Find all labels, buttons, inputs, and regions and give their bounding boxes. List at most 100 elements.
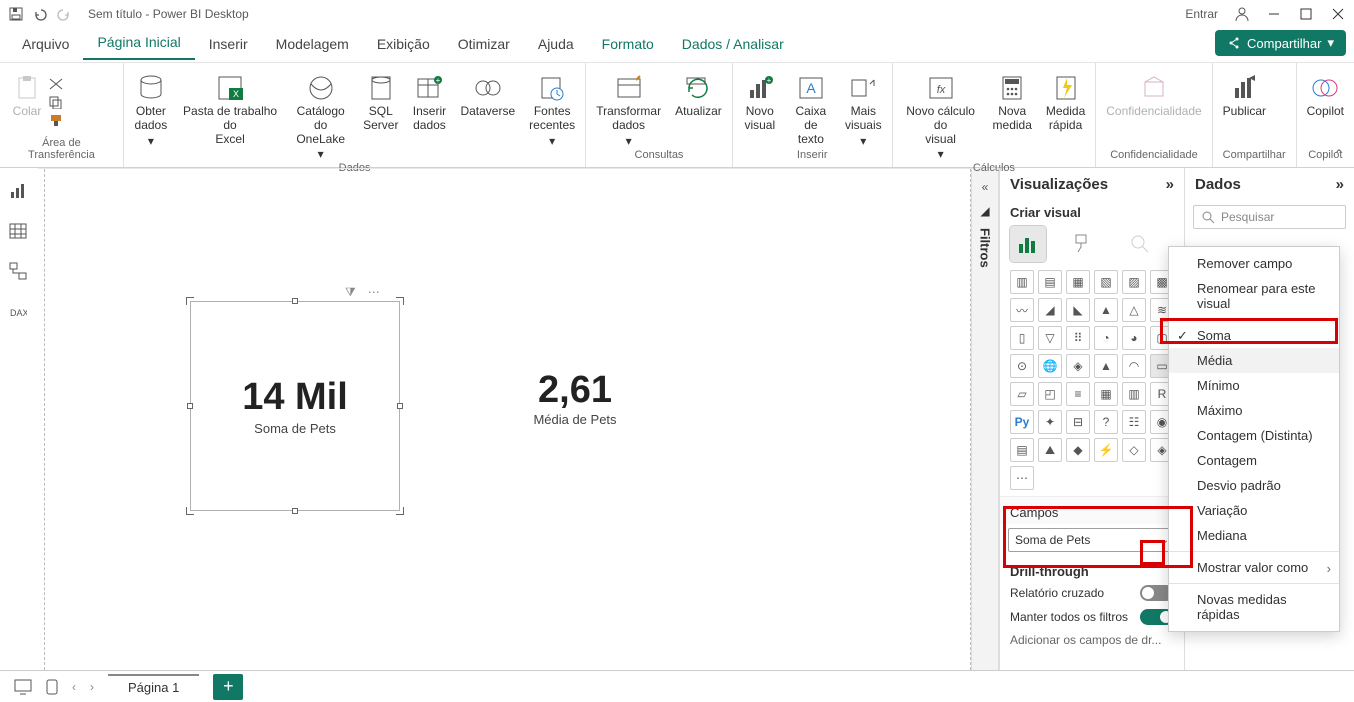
viz-py[interactable]: Py (1010, 410, 1034, 434)
viz-automate[interactable]: ⚡ (1094, 438, 1118, 462)
viz-map[interactable]: ⊙ (1010, 354, 1034, 378)
viz-100-bar[interactable]: ▨ (1122, 270, 1146, 294)
viz-qna[interactable]: ? (1094, 410, 1118, 434)
viz-decomposition[interactable]: ⊟ (1066, 410, 1090, 434)
new-visual-calc-button[interactable]: fxNovo cálculo do visual▾ (903, 73, 979, 162)
maximize-icon[interactable] (1298, 6, 1314, 22)
table-view-icon[interactable] (9, 222, 29, 242)
filters-pane-collapsed[interactable]: « ◢ Filtros (971, 168, 999, 670)
viz-stacked-bar[interactable]: ▥ (1010, 270, 1034, 294)
get-data-button[interactable]: Obter dados▾ (134, 73, 168, 148)
dax-view-icon[interactable]: DAX (9, 302, 29, 322)
sql-button[interactable]: SQL Server (363, 73, 398, 133)
viz-custom1[interactable]: ◇ (1122, 438, 1146, 462)
viz-azure-map[interactable]: ▲ (1094, 354, 1118, 378)
transform-button[interactable]: Transformar dados▾ (596, 73, 661, 148)
viz-filled-map[interactable]: 🌐 (1038, 354, 1062, 378)
ctx-count[interactable]: Contagem (1169, 448, 1339, 473)
card-visual-2[interactable]: 2,61 Média de Pets (475, 369, 675, 427)
ctx-max[interactable]: Máximo (1169, 398, 1339, 423)
quick-measure-button[interactable]: Medida rápida (1046, 73, 1085, 133)
add-drill-placeholder[interactable]: Adicionar os campos de dr... (1000, 629, 1184, 651)
cut-icon[interactable] (48, 77, 64, 91)
viz-arcgis[interactable]: ⛰ (1038, 438, 1062, 462)
new-measure-button[interactable]: Nova medida (993, 73, 1032, 133)
viz-stacked-area[interactable]: ◣ (1066, 298, 1090, 322)
share-button[interactable]: Compartilhar ▾ (1215, 30, 1346, 56)
refresh-button[interactable]: Atualizar (675, 73, 722, 119)
menu-otimizar[interactable]: Otimizar (444, 30, 524, 60)
ctx-median[interactable]: Mediana (1169, 523, 1339, 548)
viz-shape-map[interactable]: ◈ (1066, 354, 1090, 378)
copilot-button[interactable]: Copilot (1307, 73, 1344, 119)
viz-slicer[interactable]: ≡ (1066, 382, 1090, 406)
analytics-mode-icon[interactable] (1122, 226, 1158, 262)
viz-narrative[interactable]: ☷ (1122, 410, 1146, 434)
chevron-left-icon[interactable]: « (982, 180, 989, 194)
copy-icon[interactable] (48, 95, 64, 109)
prev-page-icon[interactable]: ‹ (72, 680, 76, 694)
viz-line-clustered[interactable]: △ (1122, 298, 1146, 322)
menu-exibicao[interactable]: Exibição (363, 30, 444, 60)
recent-sources-button[interactable]: Fontes recentes▾ (529, 73, 575, 148)
viz-line-stacked[interactable]: ▲ (1094, 298, 1118, 322)
onelake-button[interactable]: Catálogo do OneLake▾ (292, 73, 349, 162)
viz-funnel[interactable]: ▽ (1038, 326, 1062, 350)
field-well[interactable]: Soma de Pets ⌄ (1008, 528, 1176, 552)
viz-more[interactable]: ⋯ (1010, 466, 1034, 490)
search-input[interactable]: Pesquisar (1193, 205, 1346, 229)
redo-icon[interactable] (56, 6, 72, 22)
ctx-show-as[interactable]: Mostrar valor como› (1169, 555, 1339, 580)
add-page-button[interactable]: + (213, 674, 243, 700)
ctx-stdev[interactable]: Desvio padrão (1169, 473, 1339, 498)
more-icon[interactable]: ⋯ (368, 285, 380, 300)
publish-button[interactable]: Publicar (1223, 73, 1266, 119)
desktop-view-icon[interactable] (14, 679, 32, 695)
new-visual-button[interactable]: +Novo visual (743, 73, 777, 133)
viz-clustered-column[interactable]: ▧ (1094, 270, 1118, 294)
excel-button[interactable]: XPasta de trabalho do Excel (182, 73, 278, 146)
ctx-count-distinct[interactable]: Contagem (Distinta) (1169, 423, 1339, 448)
collapse-ribbon-icon[interactable]: ⌃ (1334, 147, 1344, 161)
menu-formato[interactable]: Formato (588, 30, 668, 60)
next-page-icon[interactable]: › (90, 680, 94, 694)
page-tab[interactable]: Página 1 (108, 674, 199, 699)
visualization-gallery[interactable]: ▥▤▦▧▨▩ 〰◢◣▲△≋ ▯▽⠿◔◕▢ ⊙🌐◈▲◠▭ ▱◰≡▦▥R Py✦⊟?… (1000, 268, 1184, 496)
ctx-media[interactable]: Média (1169, 348, 1339, 373)
dataverse-button[interactable]: Dataverse (460, 73, 515, 119)
ctx-quick-measure[interactable]: Novas medidas rápidas (1169, 587, 1339, 627)
viz-pie[interactable]: ◔ (1094, 326, 1118, 350)
viz-powerapps[interactable]: ◆ (1066, 438, 1090, 462)
text-box-button[interactable]: ACaixa de texto (791, 73, 831, 146)
close-icon[interactable] (1330, 6, 1346, 22)
viz-gauge[interactable]: ◠ (1122, 354, 1146, 378)
viz-key-influencers[interactable]: ✦ (1038, 410, 1062, 434)
ctx-soma[interactable]: ✓Soma (1169, 323, 1339, 348)
viz-matrix[interactable]: ▥ (1122, 382, 1146, 406)
user-icon[interactable] (1234, 6, 1250, 22)
viz-paginated[interactable]: ▤ (1010, 438, 1034, 462)
ctx-variance[interactable]: Variação (1169, 498, 1339, 523)
menu-arquivo[interactable]: Arquivo (8, 30, 83, 60)
viz-clustered-bar[interactable]: ▦ (1066, 270, 1090, 294)
viz-kpi[interactable]: ◰ (1038, 382, 1062, 406)
collapse-dados-icon[interactable]: » (1336, 176, 1344, 193)
card-visual-selected[interactable]: 14 Mil Soma de Pets (190, 301, 400, 511)
report-view-icon[interactable] (9, 182, 29, 202)
viz-line[interactable]: 〰 (1010, 298, 1034, 322)
more-visuals-button[interactable]: Mais visuais▾ (845, 73, 882, 148)
viz-table[interactable]: ▦ (1094, 382, 1118, 406)
viz-area[interactable]: ◢ (1038, 298, 1062, 322)
build-mode-icon[interactable] (1010, 226, 1046, 262)
menu-inserir[interactable]: Inserir (195, 30, 262, 60)
save-icon[interactable] (8, 6, 24, 22)
mobile-view-icon[interactable] (46, 679, 58, 695)
report-canvas[interactable]: ⧩ ⋯ 14 Mil Soma de Pets 2,61 Média de Pe… (38, 168, 971, 670)
viz-multi-card[interactable]: ▱ (1010, 382, 1034, 406)
ctx-min[interactable]: Mínimo (1169, 373, 1339, 398)
menu-dados[interactable]: Dados / Analisar (668, 30, 798, 60)
filter-icon[interactable]: ⧩ (345, 285, 356, 300)
signin-button[interactable]: Entrar (1185, 7, 1218, 21)
viz-waterfall[interactable]: ▯ (1010, 326, 1034, 350)
menu-modelagem[interactable]: Modelagem (262, 30, 363, 60)
